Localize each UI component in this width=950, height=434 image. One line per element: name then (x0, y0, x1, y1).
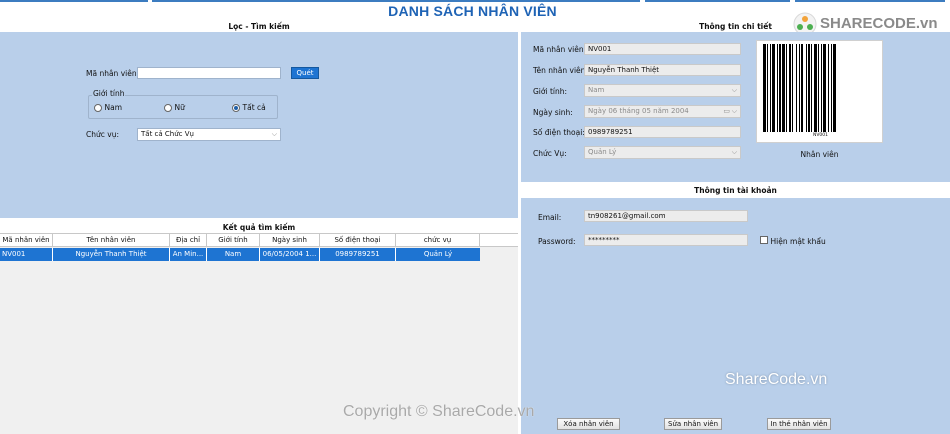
delete-employee-button[interactable]: Xóa nhân viên (557, 418, 620, 430)
position-select-value: Tất cả Chức Vụ (141, 130, 194, 138)
radio-icon (164, 103, 172, 112)
gender-radio-female[interactable]: Nữ (164, 103, 185, 112)
barcode-bar (767, 44, 768, 132)
radio-selected-icon (232, 103, 240, 112)
column-header-filler (480, 234, 518, 247)
column-header[interactable]: Giới tính (207, 234, 260, 247)
column-header[interactable]: Mã nhân viên (0, 234, 53, 247)
calendar-icon: ▭ (723, 107, 730, 115)
detail-position-select[interactable]: Quản Lý ⌵ (584, 146, 741, 159)
detail-panel: Mã nhân viên: NV001 Tên nhân viên: Nguyễ… (521, 32, 950, 182)
table-cell: Nam (207, 248, 260, 261)
email-label: Email: (538, 213, 562, 222)
barcode-bar (806, 44, 807, 132)
gender-option-label: Nam (104, 103, 123, 112)
chevron-down-icon: ⌵ (731, 107, 737, 115)
barcode-bar (828, 44, 829, 132)
detail-phone-label: Số điện thoại: (533, 128, 585, 137)
barcode-bar (796, 44, 797, 132)
show-password-label: Hiện mật khẩu (770, 237, 826, 246)
position-label: Chức vụ: (86, 130, 119, 139)
table-cell: An Min... (170, 248, 207, 261)
detail-id-label: Mã nhân viên: (533, 45, 587, 54)
barcode-bar (801, 44, 803, 132)
detail-phone-field[interactable]: 0989789251 (584, 126, 741, 138)
barcode-bar (814, 44, 817, 132)
detail-position-value: Quản Lý (588, 148, 617, 156)
edit-employee-button[interactable]: Sửa nhân viên (664, 418, 722, 430)
checkbox-icon (760, 236, 768, 244)
detail-dob-value: Ngày 06 tháng 05 năm 2004 (588, 107, 689, 115)
column-header[interactable]: Số điện thoại (320, 234, 396, 247)
detail-position-label: Chức Vụ: (533, 149, 567, 158)
show-password-checkbox[interactable]: Hiện mật khẩu (760, 236, 826, 246)
barcode-bar (808, 44, 810, 132)
watermark-copyright: Copyright © ShareCode.vn (343, 403, 535, 420)
chevron-down-icon: ⌵ (731, 86, 737, 94)
chevron-down-icon: ⌵ (271, 130, 277, 138)
column-header[interactable]: Địa chỉ (170, 234, 207, 247)
detail-gender-select[interactable]: Nam ⌵ (584, 84, 741, 97)
table-header: Mã nhân viên Tên nhân viên Địa chỉ Giới … (0, 234, 518, 247)
barcode-bar (779, 44, 781, 132)
barcode-bar (772, 44, 775, 132)
barcode-bar (789, 44, 791, 132)
radio-icon (94, 103, 102, 112)
results-title: Kết quả tìm kiếm (222, 223, 296, 232)
barcode-bar (831, 44, 832, 132)
column-header[interactable]: chức vụ (396, 234, 480, 247)
chevron-down-icon: ⌵ (731, 148, 737, 156)
search-panel: Mã nhân viên: Quét Giới tính Nam Nữ Tất … (0, 32, 518, 218)
column-header[interactable]: Ngày sinh (260, 234, 320, 247)
account-panel: Email: tn908261@gmail.com Password: ****… (521, 198, 950, 434)
detail-dob-picker[interactable]: Ngày 06 tháng 05 năm 2004 ▭ ⌵ (584, 105, 741, 118)
barcode-bar (811, 44, 812, 132)
barcode-bar (792, 44, 793, 132)
column-header[interactable]: Tên nhân viên (53, 234, 170, 247)
barcode-bar (823, 44, 826, 132)
scan-button[interactable]: Quét (291, 67, 319, 79)
barcode-bar (777, 44, 778, 132)
barcode-bar (833, 44, 836, 132)
barcode-bar (763, 44, 766, 132)
barcode-bar (786, 44, 787, 132)
table-cell: NV001 (0, 248, 53, 261)
barcode-bar (821, 44, 822, 132)
gender-radio-male[interactable]: Nam (94, 103, 122, 112)
table-row[interactable]: NV001 Nguyễn Thanh Thiệt An Min... Nam 0… (0, 248, 480, 261)
barcode-bar (770, 44, 771, 132)
search-panel-title: Lọc - Tìm kiếm (228, 22, 290, 31)
barcode-image: NV001 (756, 40, 883, 143)
barcode-text: NV001 (812, 133, 829, 138)
table-cell: Quản Lý (396, 248, 480, 261)
detail-name-field[interactable]: Nguyễn Thanh Thiệt (584, 64, 741, 76)
position-select[interactable]: Tất cả Chức Vụ ⌵ (137, 128, 281, 141)
detail-dob-label: Ngày sinh: (533, 108, 573, 117)
detail-name-label: Tên nhân viên: (533, 66, 588, 75)
detail-panel-title: Thông tin chi tiết (699, 22, 772, 31)
gender-option-label: Tất cả (242, 103, 266, 112)
barcode-bar (818, 44, 819, 132)
gender-radio-all[interactable]: Tất cả (232, 103, 266, 112)
watermark-mid: ShareCode.vn (725, 371, 828, 388)
account-panel-title: Thông tin tài khoản (694, 186, 777, 195)
gender-option-label: Nữ (174, 103, 185, 112)
table-cell: 06/05/2004 1... (260, 248, 320, 261)
password-label: Password: (538, 237, 576, 246)
employee-id-input[interactable] (137, 67, 281, 79)
barcode-bar (799, 44, 800, 132)
barcode-bar (782, 44, 785, 132)
detail-gender-value: Nam (588, 86, 605, 94)
barcode-bars (763, 44, 878, 132)
email-field[interactable]: tn908261@gmail.com (584, 210, 748, 222)
detail-id-field[interactable]: NV001 (584, 43, 741, 55)
gender-group-label: Giới tính (92, 89, 126, 98)
barcode-caption: Nhân viên (800, 150, 839, 159)
employee-id-label: Mã nhân viên: (86, 69, 140, 78)
detail-gender-label: Giới tính: (533, 87, 568, 96)
password-field[interactable]: ********* (584, 234, 748, 246)
table-cell: 0989789251 (320, 248, 396, 261)
print-card-button[interactable]: In thẻ nhân viên (767, 418, 831, 430)
table-cell: Nguyễn Thanh Thiệt (53, 248, 170, 261)
